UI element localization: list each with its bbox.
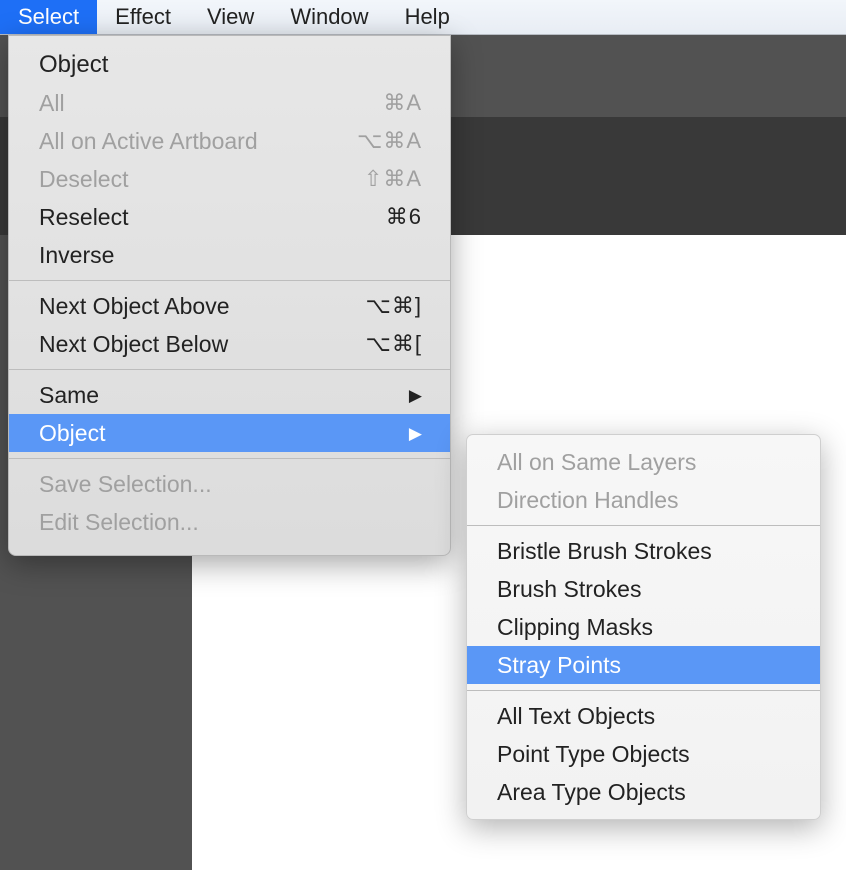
menu-select[interactable]: Select bbox=[0, 0, 97, 34]
menu-item-reselect-label: Reselect bbox=[39, 204, 128, 231]
menu-window[interactable]: Window bbox=[272, 0, 386, 34]
menu-view[interactable]: View bbox=[189, 0, 272, 34]
submenu-item-all-same-layers[interactable]: All on Same Layers bbox=[467, 443, 820, 481]
menu-separator bbox=[9, 280, 450, 281]
select-menu-dropdown: Object All ⌘A All on Active Artboard ⌥⌘A… bbox=[8, 35, 451, 556]
object-submenu: All on Same Layers Direction Handles Bri… bbox=[466, 434, 821, 820]
submenu-item-point-type-objects-label: Point Type Objects bbox=[497, 741, 690, 768]
submenu-item-stray-points-label: Stray Points bbox=[497, 652, 621, 679]
menu-item-save-selection[interactable]: Save Selection... bbox=[9, 465, 450, 503]
menu-item-all-artboard[interactable]: All on Active Artboard ⌥⌘A bbox=[9, 122, 450, 160]
menu-item-deselect-shortcut: ⇧⌘A bbox=[364, 166, 422, 192]
submenu-item-direction-handles-label: Direction Handles bbox=[497, 487, 679, 514]
menu-item-same[interactable]: Same ▶ bbox=[9, 376, 450, 414]
menu-item-next-below-label: Next Object Below bbox=[39, 331, 228, 358]
submenu-item-area-type-objects-label: Area Type Objects bbox=[497, 779, 686, 806]
menu-separator bbox=[467, 690, 820, 691]
submenu-item-clipping-masks-label: Clipping Masks bbox=[497, 614, 653, 641]
submenu-item-all-text-objects[interactable]: All Text Objects bbox=[467, 697, 820, 735]
menu-item-all-label: All bbox=[39, 90, 65, 117]
menu-heading-object: Object bbox=[9, 46, 450, 84]
submenu-item-all-text-objects-label: All Text Objects bbox=[497, 703, 655, 730]
submenu-item-bristle-brush[interactable]: Bristle Brush Strokes bbox=[467, 532, 820, 570]
menu-separator bbox=[9, 369, 450, 370]
menu-item-save-selection-label: Save Selection... bbox=[39, 471, 212, 498]
menu-item-next-above[interactable]: Next Object Above ⌥⌘] bbox=[9, 287, 450, 325]
submenu-arrow-icon: ▶ bbox=[409, 425, 422, 442]
menu-heading-object-label: Object bbox=[39, 51, 108, 79]
menubar: Select Effect View Window Help bbox=[0, 0, 846, 35]
submenu-item-stray-points[interactable]: Stray Points bbox=[467, 646, 820, 684]
menu-separator bbox=[9, 458, 450, 459]
menu-item-same-label: Same bbox=[39, 382, 99, 409]
submenu-item-all-same-layers-label: All on Same Layers bbox=[497, 449, 696, 476]
menu-help[interactable]: Help bbox=[387, 0, 468, 34]
submenu-item-clipping-masks[interactable]: Clipping Masks bbox=[467, 608, 820, 646]
submenu-item-direction-handles[interactable]: Direction Handles bbox=[467, 481, 820, 519]
submenu-item-bristle-brush-label: Bristle Brush Strokes bbox=[497, 538, 712, 565]
submenu-arrow-icon: ▶ bbox=[409, 387, 422, 404]
menu-item-inverse[interactable]: Inverse bbox=[9, 236, 450, 274]
menu-item-next-below[interactable]: Next Object Below ⌥⌘[ bbox=[9, 325, 450, 363]
menu-item-edit-selection-label: Edit Selection... bbox=[39, 509, 199, 536]
menu-item-edit-selection[interactable]: Edit Selection... bbox=[9, 503, 450, 541]
submenu-item-brush-strokes-label: Brush Strokes bbox=[497, 576, 641, 603]
menu-item-reselect-shortcut: ⌘6 bbox=[386, 204, 422, 230]
menu-effect[interactable]: Effect bbox=[97, 0, 189, 34]
menu-item-all-artboard-label: All on Active Artboard bbox=[39, 128, 258, 155]
menu-item-all[interactable]: All ⌘A bbox=[9, 84, 450, 122]
menu-item-next-above-label: Next Object Above bbox=[39, 293, 230, 320]
menu-item-object-label: Object bbox=[39, 420, 105, 447]
menu-item-next-above-shortcut: ⌥⌘] bbox=[366, 293, 422, 319]
submenu-item-point-type-objects[interactable]: Point Type Objects bbox=[467, 735, 820, 773]
menu-item-deselect[interactable]: Deselect ⇧⌘A bbox=[9, 160, 450, 198]
menu-item-all-artboard-shortcut: ⌥⌘A bbox=[357, 128, 422, 154]
menu-separator bbox=[467, 525, 820, 526]
submenu-item-area-type-objects[interactable]: Area Type Objects bbox=[467, 773, 820, 811]
menu-item-reselect[interactable]: Reselect ⌘6 bbox=[9, 198, 450, 236]
menu-item-object[interactable]: Object ▶ bbox=[9, 414, 450, 452]
submenu-item-brush-strokes[interactable]: Brush Strokes bbox=[467, 570, 820, 608]
menu-item-inverse-label: Inverse bbox=[39, 242, 114, 269]
menu-item-all-shortcut: ⌘A bbox=[383, 90, 422, 116]
menu-item-deselect-label: Deselect bbox=[39, 166, 128, 193]
menu-item-next-below-shortcut: ⌥⌘[ bbox=[366, 331, 422, 357]
